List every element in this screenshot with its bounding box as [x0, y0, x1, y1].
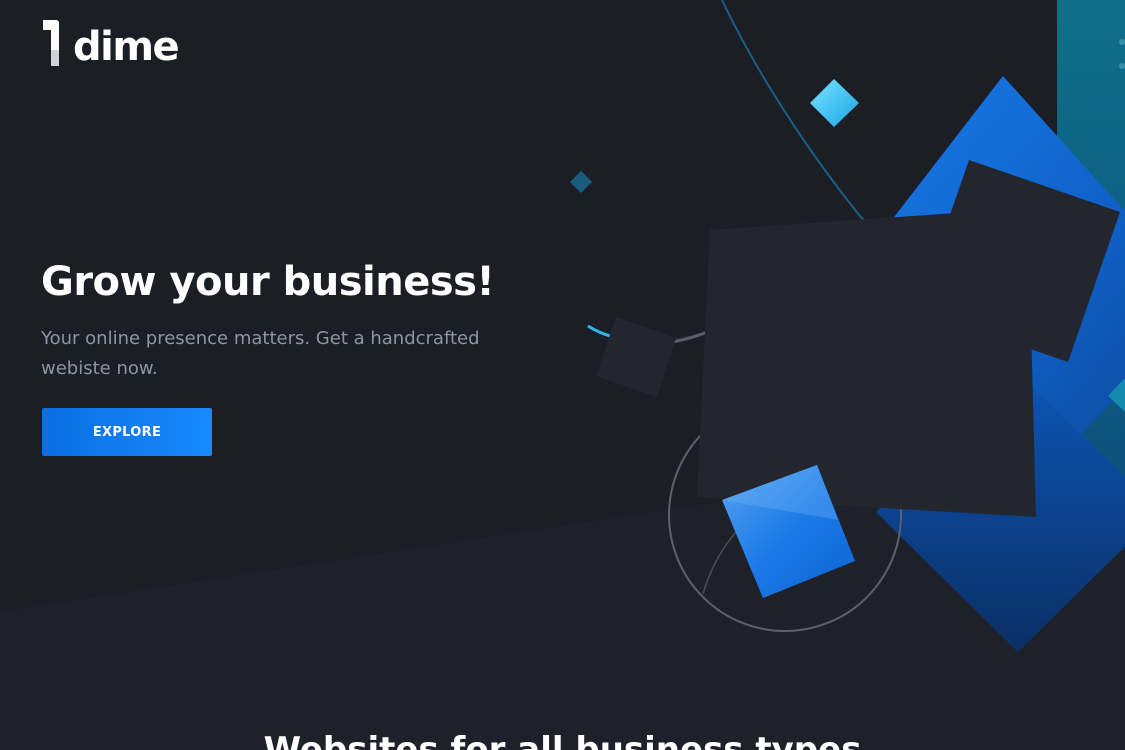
small-teal-diamond-shape — [570, 171, 592, 193]
page: dime Grow your business! Your online pre… — [0, 0, 1125, 750]
brand-name: dime — [73, 24, 180, 70]
hero-title: Grow your business! — [41, 259, 495, 305]
cyan-gem-shape — [810, 79, 859, 127]
explore-button[interactable]: EXPLORE — [42, 408, 212, 456]
dime-logo-icon — [43, 20, 59, 66]
hero-subtitle: Your online presence matters. Get a hand… — [41, 328, 480, 379]
large-arc-line — [721, 0, 881, 241]
small-dark-square-shape — [596, 317, 676, 397]
section-heading: Websites for all business types — [263, 730, 862, 750]
brand-logo[interactable]: dime — [41, 18, 180, 70]
